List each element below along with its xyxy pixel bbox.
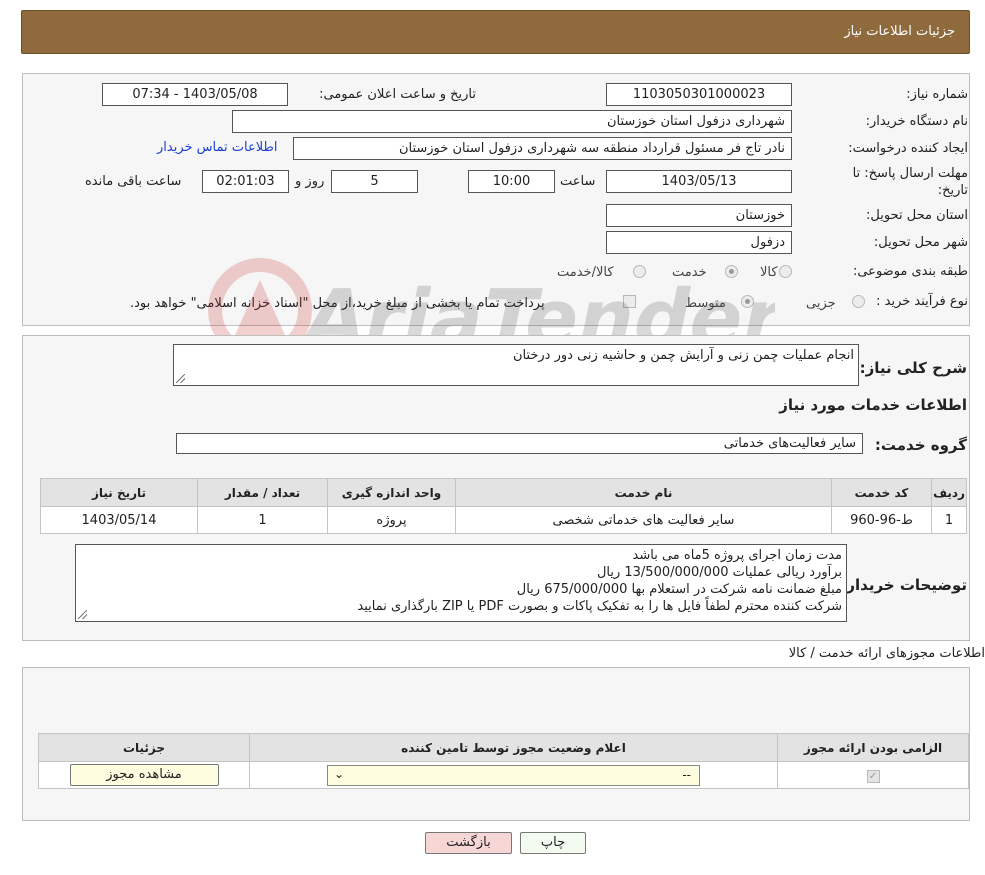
col-row-header: ردیف xyxy=(931,478,967,507)
time-remaining-label: ساعت باقی مانده xyxy=(85,174,182,189)
cell-name: سایر فعالیت های خدماتی شخصی xyxy=(455,506,832,534)
need-summary-label: شرح کلی نیاز: xyxy=(859,359,967,377)
deadline-time-field: 10:00 xyxy=(468,170,555,193)
creator-field: نادر تاج فر مسئول قرارداد منطقه سه شهردا… xyxy=(293,137,792,160)
process-type-label: نوع فرآیند خرید : xyxy=(876,294,968,309)
cell-unit: پروژه xyxy=(327,506,456,534)
days-label: روز و xyxy=(295,174,325,189)
buyer-notes-line: مبلغ ضمانت نامه شرکت در استعلام بها 675/… xyxy=(516,582,842,597)
creator-label: ایجاد کننده درخواست: xyxy=(848,141,968,156)
services-table-header: ردیف کد خدمت نام خدمت واحد اندازه گیری ت… xyxy=(40,478,967,507)
process-radio-medium[interactable] xyxy=(741,295,754,308)
need-summary-textarea[interactable]: انجام عملیات چمن زنی و آرایش چمن و حاشیه… xyxy=(173,344,859,386)
cell-code: ط-96-960 xyxy=(831,506,932,534)
deadline-date-field: 1403/05/13 xyxy=(606,170,792,193)
province-label: استان محل تحویل: xyxy=(866,208,968,223)
col-name-header: نام خدمت xyxy=(455,478,832,507)
province-field: خوزستان xyxy=(606,204,792,227)
cell-required: ✓ xyxy=(777,761,969,789)
city-field: دزفول xyxy=(606,231,792,254)
buyer-notes-label: توضیحات خریدار: xyxy=(840,576,967,594)
permits-table-header: الزامی بودن ارائه مجوز اعلام وضعیت مجوز … xyxy=(38,733,969,762)
process-option-minor: جزیی xyxy=(806,296,836,311)
col-code-header: کد خدمت xyxy=(831,478,932,507)
category-radio-goods-service[interactable] xyxy=(633,265,646,278)
col-status-header: اعلام وضعیت مجوز توسط تامین کننده xyxy=(249,733,778,762)
chevron-down-icon: ⌄ xyxy=(334,766,345,781)
need-number-label: شماره نیاز: xyxy=(906,87,968,102)
category-radio-goods[interactable] xyxy=(779,265,792,278)
need-summary-text: انجام عملیات چمن زنی و آرایش چمن و حاشیه… xyxy=(512,348,854,363)
required-checkbox[interactable]: ✓ xyxy=(866,769,880,783)
cell-status: ⌄ -- xyxy=(249,761,778,789)
process-radio-minor[interactable] xyxy=(852,295,865,308)
back-button[interactable]: بازگشت xyxy=(425,832,512,854)
announce-datetime-label: تاریخ و ساعت اعلان عمومی: xyxy=(319,87,476,102)
cell-details: مشاهده مجوز xyxy=(38,761,250,789)
col-unit-header: واحد اندازه گیری xyxy=(327,478,456,507)
permit-status-select[interactable]: ⌄ -- xyxy=(327,764,700,786)
table-row: ✓ ⌄ -- مشاهده مجوز xyxy=(38,761,969,789)
announce-datetime-field: 1403/05/08 - 07:34 xyxy=(102,83,288,106)
page-title: جزئیات اطلاعات نیاز xyxy=(844,24,955,39)
buyer-notes-line: مدت زمان اجرای پروژه 5ماه می باشد xyxy=(632,548,842,563)
deadline-time-label: ساعت xyxy=(560,174,596,189)
permits-table: الزامی بودن ارائه مجوز اعلام وضعیت مجوز … xyxy=(38,733,969,789)
page-header: جزئیات اطلاعات نیاز xyxy=(21,10,970,54)
category-radio-service[interactable] xyxy=(725,265,738,278)
category-option-goods: کالا xyxy=(760,265,778,280)
need-number-field: 1103050301000023 xyxy=(606,83,792,106)
print-button[interactable]: چاپ xyxy=(520,832,586,854)
col-qty-header: تعداد / مقدار xyxy=(197,478,328,507)
process-option-medium: متوسط xyxy=(685,296,726,311)
buyer-org-field: شهرداری دزفول استان خوزستان xyxy=(232,110,792,133)
category-option-service: خدمت xyxy=(672,265,707,280)
view-permit-button[interactable]: مشاهده مجوز xyxy=(69,764,219,786)
permit-status-value: -- xyxy=(682,767,691,782)
col-date-header: تاریخ نیاز xyxy=(40,478,198,507)
service-group-label: گروه خدمت: xyxy=(874,436,967,454)
buyer-org-label: نام دستگاه خریدار: xyxy=(865,114,968,129)
col-required-header: الزامی بودن ارائه مجوز xyxy=(777,733,969,762)
services-table: ردیف کد خدمت نام خدمت واحد اندازه گیری ت… xyxy=(40,478,967,534)
cell-date: 1403/05/14 xyxy=(40,506,198,534)
services-section-title: اطلاعات خدمات مورد نیاز xyxy=(779,396,967,414)
buyer-notes-line: برآورد ریالی عملیات 13/500/000/000 ریال xyxy=(596,565,842,580)
cell-qty: 1 xyxy=(197,506,328,534)
treasury-payment-note: پرداخت تمام یا بخشی از مبلغ خرید،از محل … xyxy=(130,296,545,311)
deadline-label: مهلت ارسال پاسخ: تا تاریخ: xyxy=(852,166,968,198)
category-option-goods-service: کالا/خدمت xyxy=(557,265,614,280)
treasury-payment-checkbox[interactable] xyxy=(623,295,636,308)
city-label: شهر محل تحویل: xyxy=(873,235,968,250)
col-details-header: جزئیات xyxy=(38,733,250,762)
buyer-notes-textarea[interactable]: مدت زمان اجرای پروژه 5ماه می باشد برآورد… xyxy=(75,544,847,622)
table-row: 1 ط-96-960 سایر فعالیت های خدماتی شخصی پ… xyxy=(40,506,967,534)
days-remaining-field: 5 xyxy=(331,170,418,193)
time-remaining-field: 02:01:03 xyxy=(202,170,289,193)
category-label: طبقه بندی موضوعی: xyxy=(852,264,968,279)
cell-row: 1 xyxy=(931,506,967,534)
resize-grip-icon[interactable] xyxy=(176,374,185,383)
resize-grip-icon[interactable] xyxy=(78,610,87,619)
buyer-contact-link[interactable]: اطلاعات تماس خریدار xyxy=(157,140,277,155)
buyer-notes-line: شرکت کننده محترم لطفاً فایل ها را به تفک… xyxy=(357,599,842,614)
permits-section-title: اطلاعات مجوزهای ارائه خدمت / کالا xyxy=(788,646,985,661)
service-group-field: سایر فعالیت‌های خدماتی xyxy=(176,433,863,454)
